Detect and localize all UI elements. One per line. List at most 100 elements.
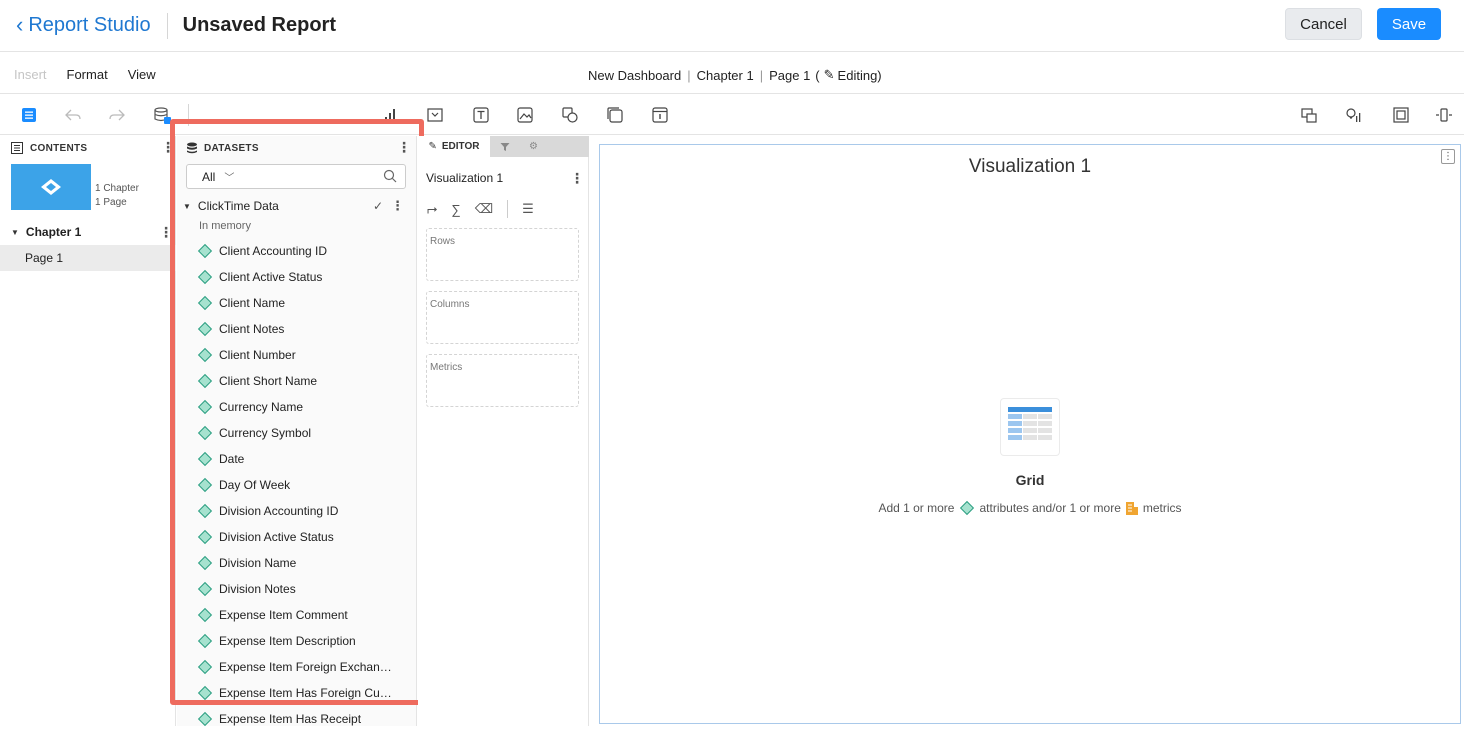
tab-filter[interactable] [490, 136, 519, 157]
attribute-item[interactable]: Client Number [177, 342, 417, 368]
menu-format[interactable]: Format [67, 67, 108, 82]
pencil-icon: ✎ [823, 67, 835, 82]
page-row[interactable]: Page 1 [0, 245, 176, 271]
menu-insert[interactable]: Insert [14, 67, 47, 82]
attribute-item[interactable]: Client Name [177, 290, 417, 316]
editor-tabs: ✎ EDITOR ⚙ [418, 136, 589, 157]
attribute-icon [197, 451, 213, 467]
chevron-left-icon: ‹ [16, 11, 24, 37]
checkmark-icon: ✓ [372, 199, 383, 213]
rows-dropzone[interactable]: Rows [426, 228, 579, 281]
add-dataset-icon[interactable] [152, 105, 172, 125]
attribute-item[interactable]: Client Short Name [177, 368, 417, 394]
attribute-item[interactable]: Division Active Status [177, 524, 417, 550]
editor-more-icon[interactable]: ⋮ [570, 170, 584, 187]
gear-icon: ⚙ [529, 141, 538, 152]
attribute-item[interactable]: Expense Item Has Foreign Cu… [177, 680, 417, 706]
dataset-filter-value: All [202, 169, 216, 184]
attribute-item[interactable]: Client Accounting ID [177, 238, 417, 264]
toolbar-divider [188, 104, 189, 126]
attribute-item[interactable]: Expense Item Has Receipt [177, 706, 417, 732]
responsive-view-icon[interactable] [1299, 105, 1319, 125]
attribute-icon [197, 633, 213, 649]
insights-icon[interactable] [1344, 105, 1364, 125]
page-thumbnail[interactable] [11, 164, 91, 210]
chapter-row[interactable]: ▼ Chapter 1 [0, 222, 176, 242]
attribute-item[interactable]: Expense Item Description [177, 628, 417, 654]
contents-more-icon[interactable]: ⋮ [161, 139, 175, 156]
insert-panel-stack-icon[interactable] [605, 105, 625, 125]
redo-icon[interactable] [107, 105, 127, 125]
insert-image-icon[interactable] [515, 105, 535, 125]
attribute-icon [197, 607, 213, 623]
attribute-icon [197, 347, 213, 363]
undo-icon[interactable] [63, 105, 83, 125]
attribute-item[interactable]: Day Of Week [177, 472, 417, 498]
visualization-more-icon[interactable]: ⋮ [1441, 149, 1455, 164]
page-name: Page 1 [25, 251, 64, 265]
fit-to-page-icon[interactable] [1391, 105, 1411, 125]
sum-icon[interactable]: ∑ [451, 202, 460, 217]
swap-axes-icon[interactable]: ⮣ [427, 201, 437, 217]
attribute-item[interactable]: Client Notes [177, 316, 417, 342]
settings-sliders-icon[interactable]: ☰ [522, 201, 534, 217]
breadcrumb-page: Page 1 [769, 67, 811, 83]
back-to-report-studio-link[interactable]: ‹ Report Studio [16, 11, 151, 38]
page-thumbnail-icon [41, 179, 61, 195]
attribute-icon [197, 269, 213, 285]
pencil-icon: ✎ [428, 141, 437, 152]
dataset-more-icon[interactable]: ⋮ [391, 198, 404, 214]
chapter-more-icon[interactable]: ⋮ [159, 224, 173, 241]
cancel-button[interactable]: Cancel [1285, 8, 1362, 40]
header-divider [166, 12, 168, 39]
filter-icon [500, 142, 509, 151]
dataset-storage-mode: In memory [199, 220, 251, 232]
tab-format[interactable]: ⚙ [519, 136, 548, 157]
insert-info-window-icon[interactable] [650, 105, 670, 125]
visualization-canvas[interactable]: Visualization 1 ⋮ Grid Add 1 or more att… [599, 144, 1461, 724]
attribute-item[interactable]: Expense Item Foreign Exchan… [177, 654, 417, 680]
attribute-item[interactable]: Division Accounting ID [177, 498, 417, 524]
breadcrumb-mode: Editing [837, 67, 878, 83]
attribute-icon [197, 399, 213, 415]
page-count: 1 Page [95, 197, 127, 208]
attribute-item[interactable]: Division Name [177, 550, 417, 576]
attribute-icon [197, 711, 213, 727]
contents-heading: CONTENTS [30, 142, 88, 154]
contents-icon [11, 142, 23, 154]
toolbar [0, 95, 1464, 135]
visualization-type-label: Grid [1015, 472, 1045, 488]
expand-canvas-icon[interactable] [1434, 105, 1454, 125]
datasets-panel: DATASETS ⋮ All ﹀ ▼ ClickTime Data ✓ ⋮ In… [177, 136, 417, 727]
attribute-icon [197, 529, 213, 545]
columns-dropzone[interactable]: Columns [426, 291, 579, 344]
collapse-triangle-icon[interactable]: ▼ [183, 202, 191, 211]
attribute-icon [960, 500, 975, 516]
menu-view[interactable]: View [128, 67, 156, 82]
attribute-item[interactable]: Client Active Status [177, 264, 417, 290]
metrics-dropzone[interactable]: Metrics [426, 354, 579, 407]
collapse-triangle-icon[interactable]: ▼ [11, 228, 19, 237]
attribute-item[interactable]: Currency Symbol [177, 420, 417, 446]
back-label: Report Studio [28, 14, 151, 36]
attribute-icon [197, 477, 213, 493]
attribute-item[interactable]: Expense Item Comment [177, 602, 417, 628]
datasets-more-icon[interactable]: ⋮ [397, 139, 411, 156]
breadcrumb-chapter: Chapter 1 [696, 67, 754, 83]
search-icon[interactable] [383, 169, 397, 183]
eraser-icon[interactable]: ⌫ [475, 201, 493, 217]
toggle-contents-icon[interactable] [19, 105, 39, 125]
insert-shape-icon[interactable] [560, 105, 580, 125]
dataset-source-row[interactable]: ▼ ClickTime Data ✓ ⋮ [177, 197, 417, 215]
tab-editor[interactable]: ✎ EDITOR [418, 136, 490, 157]
insert-text-icon[interactable] [471, 105, 491, 125]
dataset-filter-select[interactable]: All ﹀ [186, 164, 406, 189]
attribute-icon [197, 295, 213, 311]
insert-chart-icon[interactable] [381, 105, 401, 125]
attribute-item[interactable]: Date [177, 446, 417, 472]
insert-filter-icon[interactable] [425, 105, 445, 125]
tab-editor-label: EDITOR [441, 141, 480, 152]
save-button[interactable]: Save [1377, 8, 1441, 40]
attribute-item[interactable]: Currency Name [177, 394, 417, 420]
attribute-item[interactable]: Division Notes [177, 576, 417, 602]
